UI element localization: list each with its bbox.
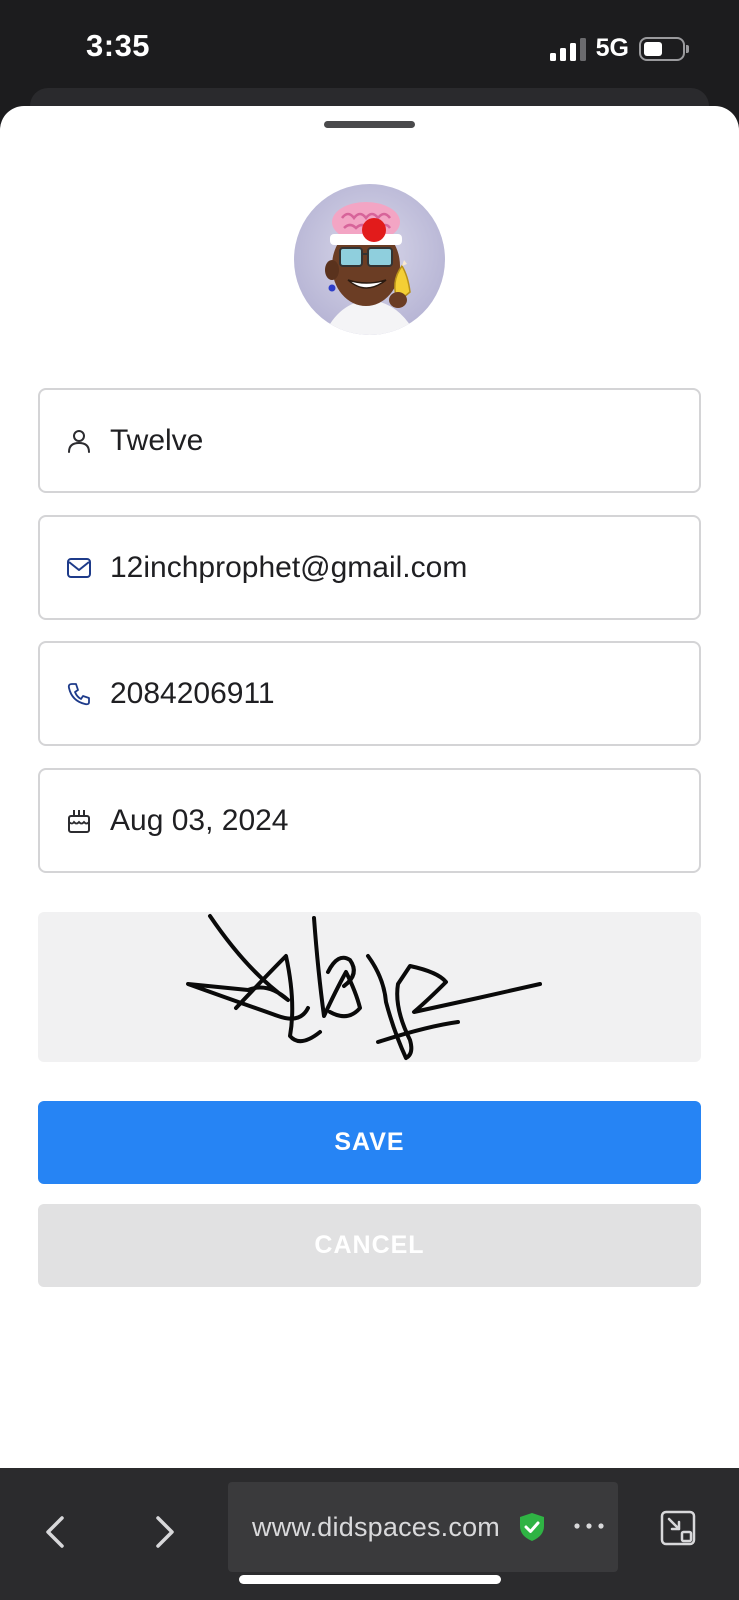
name-field[interactable]: Twelve [38, 388, 701, 493]
profile-avatar[interactable] [294, 184, 445, 335]
edit-profile-sheet: Twelve 12inchprophet@gmail.com 208420691… [0, 106, 739, 1468]
status-time: 3:35 [86, 28, 151, 63]
signature-image [186, 914, 542, 1060]
shield-check-icon [520, 1513, 544, 1541]
phone-field[interactable]: 2084206911 [38, 641, 701, 746]
home-indicator[interactable] [239, 1575, 501, 1584]
phone-icon [67, 683, 90, 706]
battery-icon [639, 36, 689, 61]
user-icon [68, 430, 90, 453]
signature-pad[interactable] [38, 912, 701, 1062]
picture-in-picture-icon[interactable] [660, 1510, 696, 1546]
more-dots-icon[interactable] [572, 1516, 606, 1536]
cake-icon [68, 810, 90, 833]
cancel-button[interactable]: CANCEL [38, 1204, 701, 1287]
status-indicators: 5G [549, 34, 689, 63]
chevron-left-icon[interactable] [36, 1512, 76, 1552]
network-type: 5G [595, 34, 629, 62]
url-text: www.didspaces.com [252, 1512, 500, 1542]
phone-value: 2084206911 [110, 677, 275, 710]
chevron-right-icon[interactable] [144, 1512, 184, 1552]
save-button[interactable]: SAVE [38, 1101, 701, 1184]
avatar-cartoon-icon [324, 202, 416, 335]
birthday-field[interactable]: Aug 03, 2024 [38, 768, 701, 873]
address-bar[interactable]: www.didspaces.com [228, 1482, 618, 1572]
signal-strength-icon [549, 37, 586, 61]
birthday-value: Aug 03, 2024 [110, 804, 289, 837]
mail-icon [67, 558, 91, 578]
email-value: 12inchprophet@gmail.com [110, 551, 468, 584]
email-field[interactable]: 12inchprophet@gmail.com [38, 515, 701, 620]
sheet-grabber-handle[interactable] [324, 121, 415, 128]
name-value: Twelve [110, 424, 204, 457]
status-bar: 3:35 5G [0, 0, 739, 100]
